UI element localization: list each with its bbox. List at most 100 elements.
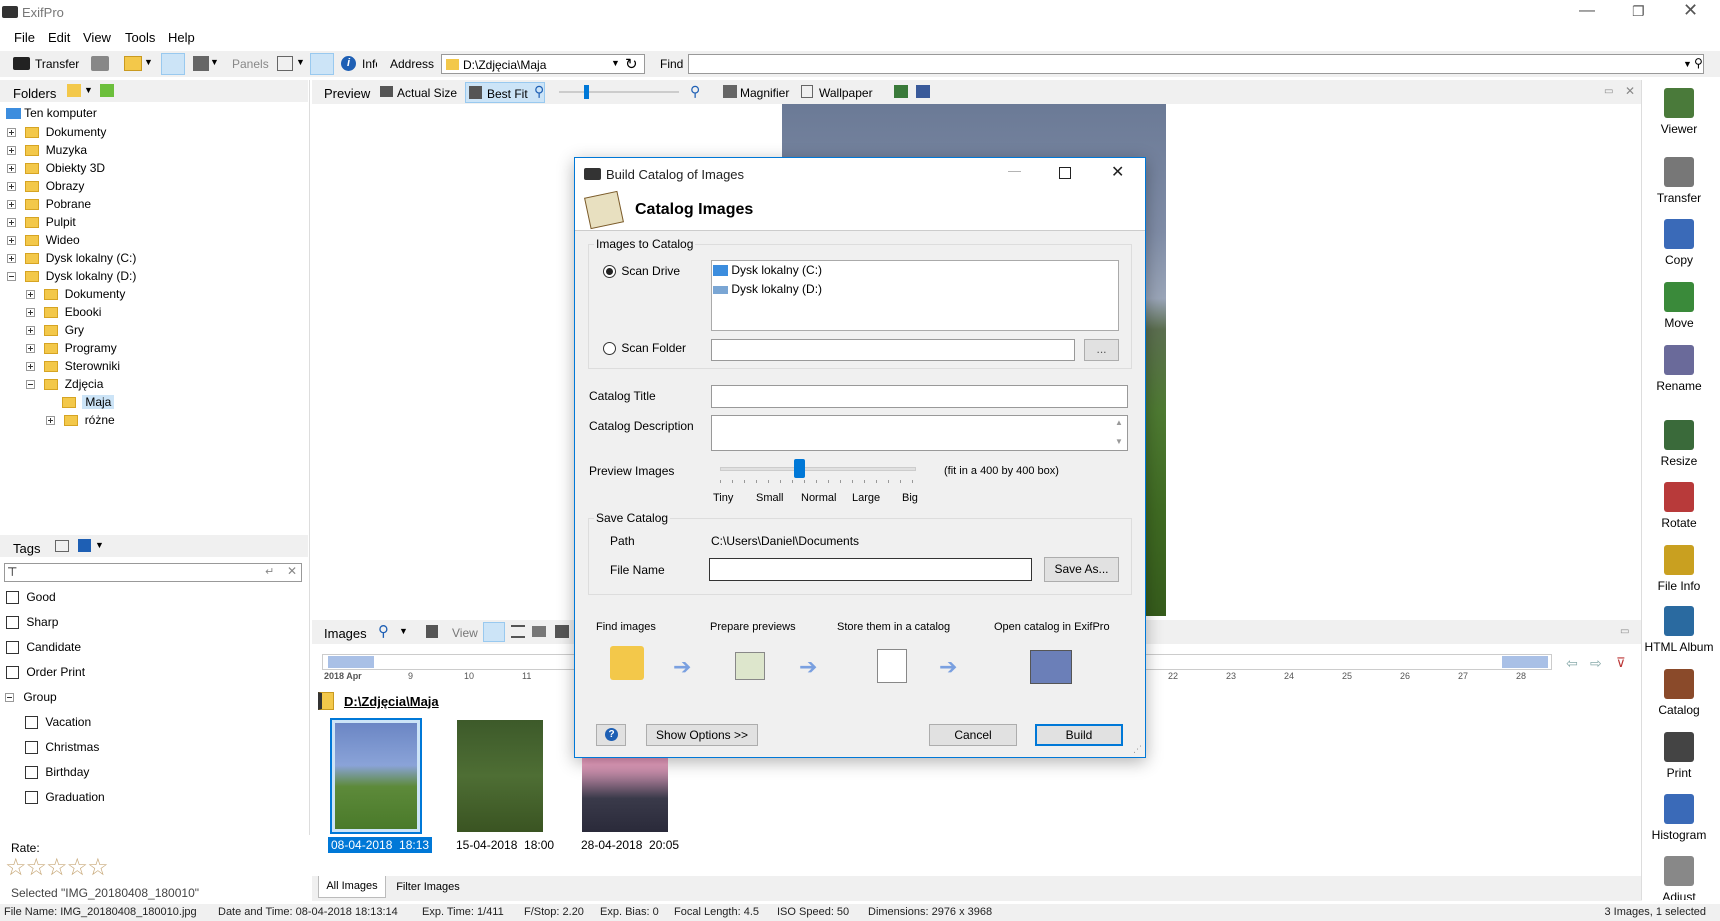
dropdown-arrow-icon[interactable]: ▼ [296, 57, 305, 67]
tag-checkbox[interactable] [6, 616, 19, 630]
dropdown-arrow-icon[interactable]: ▼ [210, 57, 219, 67]
scan-drive-radio-dot[interactable] [603, 265, 616, 279]
tree-root[interactable]: Ten komputer [6, 107, 97, 120]
scroll-down-icon[interactable]: ▼ [1115, 437, 1123, 446]
tree-expander-icon[interactable] [26, 380, 35, 390]
catalog-title-input[interactable] [711, 385, 1128, 408]
pane-close-icon[interactable]: ✕ [1625, 84, 1635, 98]
address-dropdown-icon[interactable]: ▼ [611, 58, 620, 68]
preview-toggle[interactable] [310, 53, 334, 75]
tool-rotate[interactable]: Rotate [1640, 482, 1718, 530]
tree-expander-icon[interactable] [46, 416, 55, 426]
tree-expander-icon[interactable] [7, 236, 16, 246]
open-folder-icon[interactable] [124, 56, 142, 71]
tag-item[interactable]: Graduation [25, 790, 105, 805]
dropdown-arrow-icon[interactable]: ▼ [84, 85, 93, 95]
group-collapse-icon[interactable] [5, 693, 14, 703]
tree-item[interactable]: Obiekty 3D [7, 161, 287, 175]
tree-item[interactable]: Ebooki [26, 305, 286, 319]
tag-filter-input[interactable]: ⊤ ↵ ✕ [4, 563, 302, 582]
tag-checkbox[interactable] [25, 741, 38, 755]
info-icon[interactable]: i [341, 56, 356, 71]
tag-checkbox[interactable] [6, 591, 19, 605]
tree-item[interactable]: Dysk lokalny (D:) [7, 269, 287, 283]
rotate-right-icon[interactable] [916, 85, 930, 98]
menu-help[interactable]: Help [168, 30, 195, 45]
view-tiles-icon[interactable] [532, 626, 546, 637]
address-combobox[interactable]: D:\Zdjęcia\Maja ▼ [441, 54, 645, 74]
tree-expander-icon[interactable] [26, 344, 35, 354]
tree-item[interactable]: Dokumenty [26, 287, 286, 301]
scan-folder-radio-dot[interactable] [603, 342, 616, 356]
tag-rename-icon[interactable] [55, 540, 69, 552]
tree-expander-icon[interactable] [7, 254, 16, 264]
menu-tools[interactable]: Tools [125, 30, 155, 45]
preview-size-slider-thumb[interactable] [794, 459, 806, 478]
drive-list[interactable]: Dysk lokalny (C:) Dysk lokalny (D:) [711, 260, 1119, 331]
rotate-left-icon[interactable] [894, 85, 908, 98]
tag-item[interactable]: Order Print [6, 665, 85, 680]
clear-icon[interactable]: ✕ [287, 564, 297, 578]
tool-rename[interactable]: Rename [1640, 345, 1718, 393]
zoom-slider-thumb[interactable] [584, 85, 589, 99]
tag-checkbox[interactable] [6, 641, 19, 655]
help-button[interactable]: ? [596, 724, 626, 746]
tree-expander-icon[interactable] [7, 164, 16, 174]
timeline-forward-icon[interactable]: ⇨ [1590, 655, 1602, 672]
wallpaper-button[interactable]: Wallpaper [819, 86, 873, 100]
star-icon[interactable]: ☆ [67, 854, 88, 881]
thumbnail[interactable] [330, 718, 422, 834]
tool-catalog[interactable]: Catalog [1640, 669, 1718, 717]
rating-stars[interactable]: ☆☆☆☆☆ [5, 853, 109, 882]
slideshow-icon[interactable] [193, 56, 209, 71]
find-dropdown-icon[interactable]: ▼ [1683, 59, 1692, 69]
tree-item[interactable]: Sterowniki [26, 359, 286, 373]
tree-expander-icon[interactable] [7, 182, 16, 192]
tool-copy[interactable]: Copy [1640, 219, 1718, 267]
info-label[interactable]: Info [362, 57, 377, 71]
pane-restore-icon[interactable]: ▭ [1620, 626, 1629, 637]
scroll-up-icon[interactable]: ▲ [1115, 418, 1123, 427]
select-arrow-icon[interactable] [426, 625, 438, 638]
folder-tree-toggle[interactable] [161, 53, 185, 75]
tree-expander-icon[interactable] [7, 200, 16, 210]
view-strip-icon[interactable] [555, 625, 569, 638]
tool-transfer[interactable]: Transfer [1640, 157, 1718, 205]
thumbnail-label[interactable]: 08-04-2018 18:13 [328, 837, 433, 853]
thumbnail[interactable] [457, 720, 543, 832]
tree-expander-icon[interactable] [26, 290, 35, 300]
save-tags-icon[interactable] [78, 539, 91, 552]
tool-print[interactable]: Print [1640, 732, 1718, 780]
catalog-description-input[interactable]: ▲ ▼ [711, 415, 1128, 451]
tree-item[interactable]: Pulpit [7, 215, 287, 229]
tree-item[interactable]: Zdjęcia [26, 377, 286, 391]
pane-restore-icon[interactable]: ▭ [1604, 86, 1613, 97]
dialog-close-button[interactable]: ✕ [1111, 162, 1124, 182]
browse-folder-button[interactable]: ... [1084, 339, 1119, 361]
folder-green-icon[interactable] [100, 84, 114, 97]
restore-button[interactable]: ❐ [1632, 3, 1645, 20]
file-name-input[interactable] [709, 558, 1032, 581]
dropdown-arrow-icon[interactable]: ▼ [144, 57, 153, 67]
zoom-slider[interactable] [559, 85, 679, 99]
tree-expander-icon[interactable] [7, 272, 16, 282]
tag-checkbox[interactable] [25, 716, 38, 730]
tag-checkbox[interactable] [25, 791, 38, 805]
magnifier-icon[interactable] [723, 85, 737, 98]
star-icon[interactable]: ☆ [5, 854, 26, 881]
timeline-filter-icon[interactable]: ⊽ [1616, 655, 1626, 671]
tool-resize[interactable]: Resize [1640, 420, 1718, 468]
tag-item[interactable]: Sharp [6, 615, 58, 630]
tag-item[interactable]: Vacation [25, 715, 91, 730]
tree-item[interactable]: Maja [62, 395, 115, 409]
tree-expander-icon[interactable] [7, 218, 16, 228]
drive-item[interactable]: Dysk lokalny (D:) [713, 282, 822, 296]
scan-folder-radio[interactable]: Scan Folder [603, 341, 686, 356]
panels-label[interactable]: Panels [232, 57, 269, 71]
dropdown-arrow-icon[interactable]: ▼ [399, 626, 408, 636]
minimize-button[interactable]: — [1579, 2, 1595, 20]
tag-item[interactable]: Candidate [6, 640, 81, 655]
tab-filter-images[interactable]: Filter Images [390, 878, 466, 896]
transfer-button[interactable]: Transfer [35, 57, 79, 71]
tree-expander-icon[interactable] [7, 146, 16, 156]
